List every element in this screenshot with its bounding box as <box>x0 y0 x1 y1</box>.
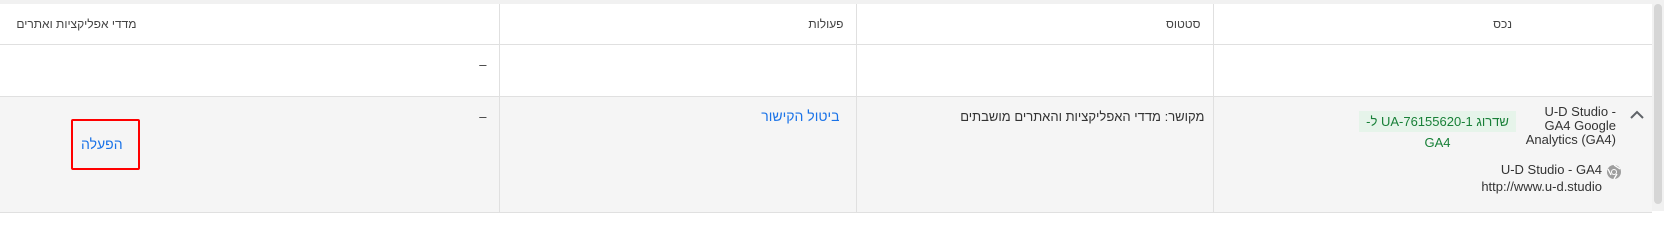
header-actions-label: פעולות <box>808 17 844 31</box>
table-row: – ביטול הקישור מקושר: מדדי האפליקציות וה… <box>0 96 1652 213</box>
row-asset: שדרוג UA-76155620-1 ל-GA4 U-D Studio - G… <box>1213 96 1652 213</box>
status-text: מקושר: מדדי האפליקציות והאתרים מושבתים <box>960 109 1205 124</box>
header-measurement: מדדי אפליקציות ואתרים <box>0 4 500 45</box>
row-actions: ביטול הקישור <box>499 96 857 213</box>
property-name: U-D Studio - GA4 Google Analytics (GA4) <box>1525 104 1616 147</box>
scrollbar-thumb[interactable] <box>1654 4 1662 204</box>
empty-row-accounts-value: – <box>479 57 487 72</box>
properties-table-view: מדדי אפליקציות ואתרים פעולות סטטוס נכס –… <box>0 0 1664 213</box>
upgrade-chip[interactable]: שדרוג UA-76155620-1 ל-GA4 <box>1359 111 1516 150</box>
stream-name: U-D Studio - GA4 <box>1500 162 1602 177</box>
empty-row-actions <box>499 44 857 97</box>
stream-block: U-D Studio - GA4 http://www.u-d.studio <box>1481 161 1602 195</box>
stream-url: http://www.u-d.studio <box>1481 179 1602 194</box>
activate-link[interactable]: הפעלה <box>81 136 123 152</box>
header-asset: נכס <box>1213 4 1652 45</box>
chevron-up-icon[interactable] <box>1627 105 1647 125</box>
header-measurement-label: מדדי אפליקציות ואתרים <box>16 17 137 31</box>
properties-table: מדדי אפליקציות ואתרים פעולות סטטוס נכס –… <box>0 4 1652 213</box>
unlink-link[interactable]: ביטול הקישור <box>761 108 839 124</box>
empty-row-status <box>856 44 1214 97</box>
row-status: מקושר: מדדי האפליקציות והאתרים מושבתים <box>856 96 1214 213</box>
header-actions: פעולות <box>499 4 857 45</box>
vertical-scrollbar[interactable] <box>1652 0 1664 211</box>
header-status: סטטוס <box>856 4 1214 45</box>
empty-row-asset <box>1213 44 1652 97</box>
empty-row-measurement-accounts: – <box>0 44 500 97</box>
header-asset-label: נכס <box>1493 17 1512 31</box>
table-row: – <box>0 44 1652 97</box>
header-status-label: סטטוס <box>1165 17 1201 31</box>
table-header-row: מדדי אפליקציות ואתרים פעולות סטטוס נכס <box>0 4 1652 45</box>
web-stream-icon <box>1607 164 1621 180</box>
